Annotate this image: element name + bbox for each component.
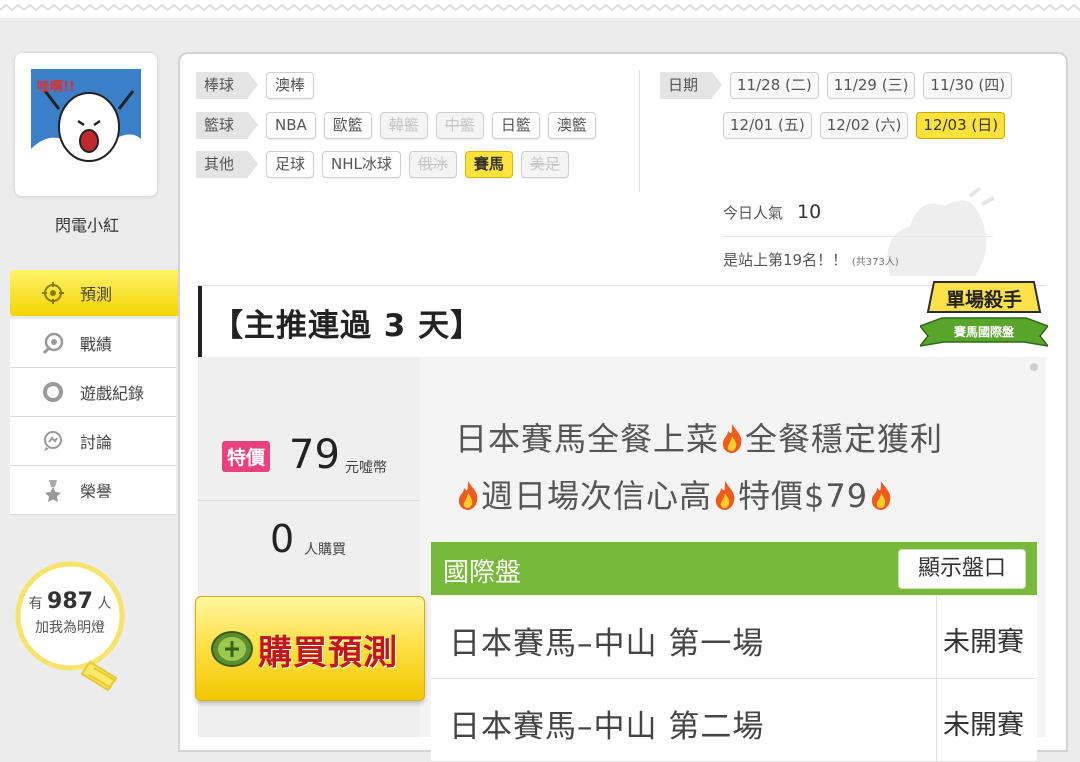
coin-icon (211, 631, 253, 667)
rank-line: 是站上第19名！！ (共373人) (723, 249, 899, 270)
menu-item-game-log[interactable]: 遊戲紀錄 (10, 368, 176, 417)
popularity-line: 今日人氣 10 (723, 201, 821, 223)
lights-count[interactable]: 有 987 人 加我為明燈 (12, 590, 128, 640)
promo-line-2: 週日場次信心高 特價$79 (455, 471, 894, 517)
row-divider (936, 596, 937, 678)
race-status: 未開賽 (943, 627, 1024, 658)
pin-icon (1030, 363, 1038, 371)
lights-caption: 加我為明燈 (35, 620, 105, 636)
chip-jp-basketball[interactable]: 日籃 (491, 112, 540, 139)
buy-prediction-label: 購買預測 (258, 633, 398, 673)
lights-prefix: 有 (28, 596, 43, 612)
fire-icon (715, 481, 735, 510)
date-chip-selected[interactable]: 12/03 (日) (916, 112, 1006, 139)
chip-aus-basketball[interactable]: 澳籃 (547, 112, 596, 139)
popularity-value: 10 (797, 201, 822, 223)
category-row-baseball: 棒球 澳棒 (196, 72, 322, 99)
lights-suffix: 人 (97, 596, 112, 612)
table-row[interactable]: 日本賽馬–中山 第二場 未開賽 (431, 679, 1037, 762)
buyers-count: 0 (270, 517, 295, 561)
fire-icon (458, 481, 478, 510)
menu-item-honor[interactable]: 榮譽 (10, 466, 176, 515)
chip-horse-racing[interactable]: 賽馬 (464, 151, 513, 178)
category-label: 棒球 (196, 72, 259, 99)
promo-text: 特價$79 (738, 477, 869, 515)
title-bar: 【主推連過 3 天】 (198, 285, 1046, 358)
medal-icon (40, 477, 66, 503)
username: 閃電小紅 (54, 216, 119, 235)
popularity-divider (723, 236, 993, 237)
record-icon (40, 379, 66, 405)
rank-total: (共373人) (851, 257, 899, 268)
buyers-unit: 人購買 (304, 542, 346, 558)
date-chip[interactable]: 12/01 (五) (723, 112, 812, 139)
chip-kr-basketball: 韓籃 (379, 112, 428, 139)
date-row-1: 日期 11/28 (二) 11/29 (三) 11/30 (四) (660, 72, 1020, 99)
date-chip[interactable]: 11/29 (三) (826, 72, 916, 99)
menu-label: 討論 (80, 433, 113, 452)
avatar-shout: 哇啊!! (37, 79, 75, 95)
date-label: 日期 (660, 72, 723, 99)
menu-label: 榮譽 (80, 482, 113, 501)
row-divider (936, 679, 937, 761)
chip-nba[interactable]: NBA (266, 112, 316, 139)
category-row-other: 其他 足球 NHL冰球 俄冰 賽馬 美足 (196, 151, 577, 178)
menu-item-predict[interactable]: 預測 (10, 270, 194, 316)
menu-label: 遊戲紀錄 (80, 384, 145, 403)
rank-text: 是站上第19名！！ (723, 251, 848, 269)
promo-text: 全餐穩定獲利 (745, 420, 944, 458)
single-match-killer-badge: 單場殺手 賽馬國際盤 (920, 281, 1048, 347)
date-row-2: 12/01 (五) 12/02 (六) 12/03 (日) (723, 112, 1013, 139)
chip-ru-hockey: 俄冰 (408, 151, 457, 178)
lights-number: 987 (47, 589, 93, 614)
category-label: 籃球 (196, 112, 259, 139)
chip-us-football: 美足 (520, 151, 569, 178)
table-header-label: 國際盤 (443, 558, 522, 588)
buy-prediction-button[interactable]: 購買預測 (195, 596, 425, 701)
date-chip[interactable]: 11/28 (二) (730, 72, 819, 99)
page-title: 【主推連過 3 天】 (212, 308, 483, 344)
promo-text: 日本賽馬全餐上菜 (455, 420, 720, 458)
chip-soccer[interactable]: 足球 (266, 151, 315, 178)
fire-icon (871, 481, 891, 510)
table-row[interactable]: 日本賽馬–中山 第一場 未開賽 (431, 596, 1037, 679)
promo-line-1: 日本賽馬全餐上菜 全餐穩定獲利 (455, 414, 943, 460)
fire-icon (722, 424, 742, 453)
menu-item-discuss[interactable]: 討論 (10, 417, 176, 466)
chip-eu-basketball[interactable]: 歐籃 (323, 112, 372, 139)
title-accent (198, 286, 202, 357)
price-unit: 元噓幣 (345, 460, 387, 476)
badge-title: 單場殺手 (946, 288, 1022, 311)
category-row-basketball: 籃球 NBA 歐籃 韓籃 中籃 日籃 澳籃 (196, 112, 604, 139)
date-chip[interactable]: 12/02 (六) (819, 112, 909, 139)
target-icon (40, 280, 66, 306)
chip-nhl[interactable]: NHL冰球 (322, 151, 401, 178)
badge-subtitle: 賽馬國際盤 (953, 324, 1015, 339)
menu-label: 預測 (80, 285, 113, 304)
discuss-icon (40, 428, 66, 454)
history-icon (40, 330, 66, 356)
popularity-label: 今日人氣 (723, 204, 784, 222)
promo-text: 週日場次信心高 (481, 477, 713, 515)
menu-label: 戰績 (80, 335, 113, 354)
avatar[interactable]: 哇啊!! (14, 52, 158, 197)
price-value: 79 (289, 432, 340, 478)
filter-divider (639, 70, 640, 192)
category-label: 其他 (196, 151, 259, 178)
race-name: 日本賽馬–中山 第一場 (449, 626, 765, 662)
menu-item-record[interactable]: 戰績 (10, 319, 176, 368)
avatar-cartoon-icon: 哇啊!! (31, 69, 141, 179)
race-status: 未開賽 (943, 710, 1024, 741)
chip-aus-baseball[interactable]: 澳棒 (266, 72, 315, 99)
race-name: 日本賽馬–中山 第二場 (449, 709, 765, 745)
left-menu: 預測 戰績 遊戲紀錄 討論 榮譽 (10, 270, 194, 515)
show-odds-button[interactable]: 顯示盤口 (898, 549, 1026, 589)
top-zigzag-border (0, 0, 1080, 18)
special-tag: 特價 (222, 441, 271, 472)
date-chip[interactable]: 11/30 (四) (923, 72, 1013, 99)
chip-cn-basketball: 中籃 (435, 112, 484, 139)
